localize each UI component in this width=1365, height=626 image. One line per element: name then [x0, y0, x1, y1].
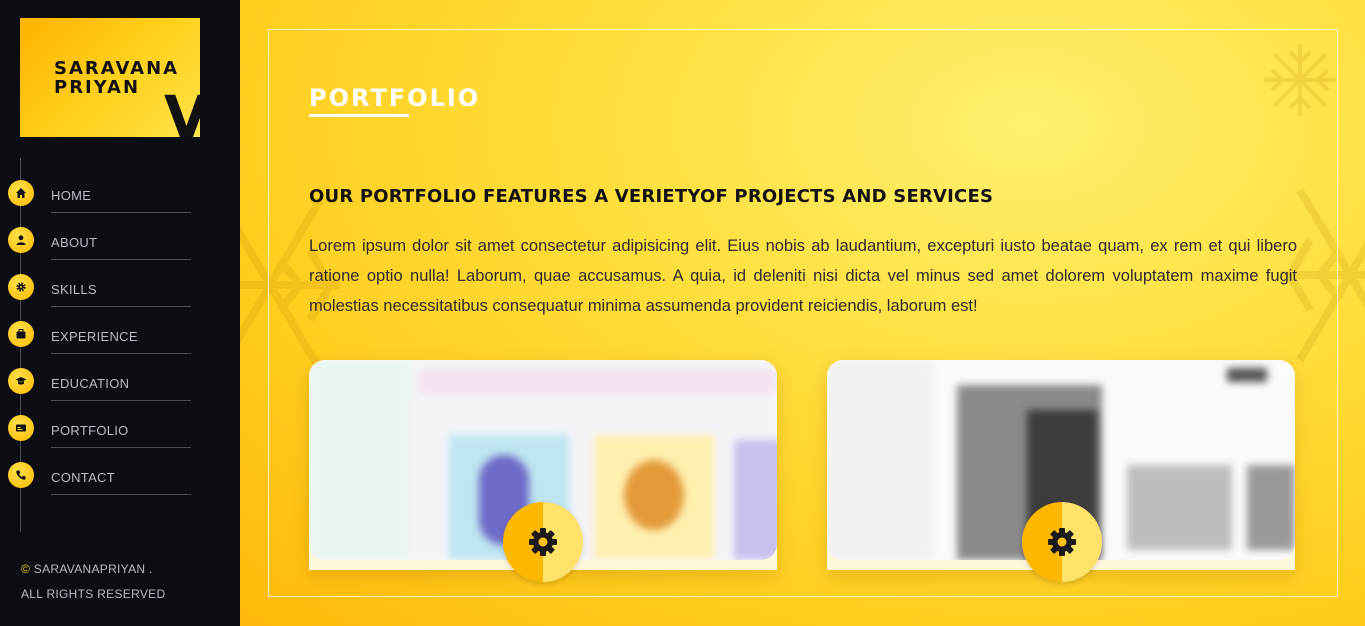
user-icon	[8, 227, 34, 253]
copyright-symbol: ©	[21, 562, 31, 576]
nav-item-about[interactable]: ABOUT	[8, 227, 192, 263]
nav-item-skills[interactable]: SKILLS	[8, 274, 192, 310]
nav-label: EDUCATION	[51, 376, 130, 391]
nav-label: CONTACT	[51, 470, 115, 485]
brand-logo[interactable]: SARAVANA PRIYAN V	[20, 18, 200, 137]
home-icon	[8, 180, 34, 206]
id-card-icon	[8, 415, 34, 441]
nav-divider	[51, 447, 191, 448]
briefcase-icon	[8, 321, 34, 347]
brand-mark: V	[164, 83, 200, 137]
nav-item-contact[interactable]: CONTACT	[8, 462, 192, 498]
copyright-owner: SARAVANAPRIYAN .	[33, 562, 153, 576]
nav-item-experience[interactable]: EXPERIENCE	[8, 321, 192, 357]
nav-divider	[51, 494, 191, 495]
title-underline	[309, 114, 409, 117]
portfolio-heading: OUR PORTFOLIO FEATURES A VERIETYOF PROJE…	[309, 186, 994, 207]
portfolio-description: Lorem ipsum dolor sit amet consectetur a…	[309, 237, 1297, 315]
view-project-button[interactable]	[1022, 502, 1102, 582]
nav-divider	[51, 259, 191, 260]
main-content: PORTFOLIO OUR PORTFOLIO FEATURES A VERIE…	[240, 0, 1365, 626]
gear-icon	[529, 528, 557, 556]
view-project-button[interactable]	[503, 502, 583, 582]
gear-icon	[8, 274, 34, 300]
nav-item-education[interactable]: EDUCATION	[8, 368, 192, 404]
nav-divider	[51, 353, 191, 354]
nav-label: HOME	[51, 188, 92, 203]
nav-divider	[51, 400, 191, 401]
nav-label: PORTFOLIO	[51, 423, 129, 438]
nav-label: ABOUT	[51, 235, 98, 250]
phone-icon	[8, 462, 34, 488]
nav-item-home[interactable]: HOME	[8, 180, 192, 216]
nav-divider	[51, 212, 191, 213]
gear-icon	[1048, 528, 1076, 556]
nav-label: SKILLS	[51, 282, 97, 297]
graduation-cap-icon	[8, 368, 34, 394]
nav-item-portfolio[interactable]: PORTFOLIO	[8, 415, 192, 451]
section-title: PORTFOLIO	[309, 84, 481, 112]
nav-label: EXPERIENCE	[51, 329, 138, 344]
nav-divider	[51, 306, 191, 307]
rights-reserved: ALL RIGHTS RESERVED	[21, 587, 166, 601]
brand-name-line2: PRIYAN	[54, 77, 141, 98]
brand-name-line1: SARAVANA	[54, 58, 180, 79]
sidebar: SARAVANA PRIYAN V HOME ABOUT SKILLS EXPE…	[0, 0, 240, 626]
copyright-line: © SARAVANAPRIYAN .	[21, 562, 153, 576]
